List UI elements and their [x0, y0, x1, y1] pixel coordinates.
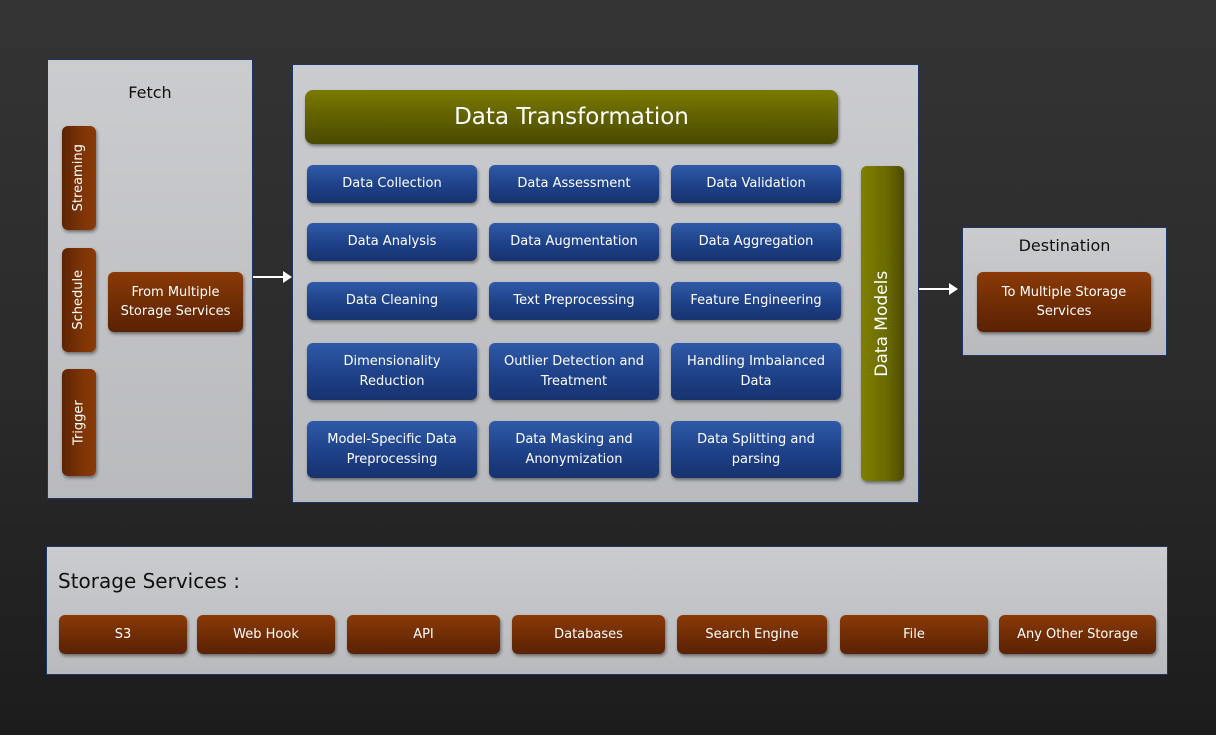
step-data-aggregation[interactable]: Data Aggregation: [671, 223, 841, 261]
step-data-assessment[interactable]: Data Assessment: [489, 165, 659, 203]
schedule-mode[interactable]: Schedule: [62, 248, 96, 352]
step-text-preprocessing[interactable]: Text Preprocessing: [489, 282, 659, 320]
step-outlier-detection-and-treatment[interactable]: Outlier Detection and Treatment: [489, 343, 659, 400]
trigger-mode[interactable]: Trigger: [62, 369, 96, 476]
step-handling-imbalanced-data[interactable]: Handling Imbalanced Data: [671, 343, 841, 400]
step-dimensionality-reduction[interactable]: Dimensionality Reduction: [307, 343, 477, 400]
step-data-masking-and-anonymization[interactable]: Data Masking and Anonymization: [489, 421, 659, 478]
transformation-header: Data Transformation: [305, 90, 838, 144]
step-data-augmentation[interactable]: Data Augmentation: [489, 223, 659, 261]
storage-any-other-storage[interactable]: Any Other Storage: [999, 615, 1156, 654]
fetch-source[interactable]: From Multiple Storage Services: [108, 272, 243, 332]
storage-search-engine[interactable]: Search Engine: [677, 615, 827, 654]
step-feature-engineering[interactable]: Feature Engineering: [671, 282, 841, 320]
arrow-models-to-destination: [919, 283, 958, 295]
step-model-specific-data-preprocessing[interactable]: Model-Specific Data Preprocessing: [307, 421, 477, 478]
trigger-label: Trigger: [71, 400, 87, 445]
step-data-analysis[interactable]: Data Analysis: [307, 223, 477, 261]
arrow-fetch-to-transform: [253, 271, 292, 283]
storage-api[interactable]: API: [347, 615, 500, 654]
step-data-cleaning[interactable]: Data Cleaning: [307, 282, 477, 320]
storage-title: Storage Services :: [58, 569, 241, 593]
streaming-label: Streaming: [71, 144, 87, 212]
schedule-label: Schedule: [71, 270, 87, 330]
data-models-bar[interactable]: Data Models: [861, 166, 904, 481]
step-data-validation[interactable]: Data Validation: [671, 165, 841, 203]
storage-web-hook[interactable]: Web Hook: [197, 615, 335, 654]
destination-target[interactable]: To Multiple Storage Services: [977, 272, 1151, 332]
data-models-label: Data Models: [871, 270, 892, 377]
streaming-mode[interactable]: Streaming: [62, 126, 96, 230]
storage-databases[interactable]: Databases: [512, 615, 665, 654]
storage-panel: Storage Services :: [46, 546, 1168, 675]
destination-title: Destination: [1018, 236, 1111, 255]
step-data-collection[interactable]: Data Collection: [307, 165, 477, 203]
fetch-title: Fetch: [128, 83, 172, 102]
storage-s3[interactable]: S3: [59, 615, 187, 654]
step-data-splitting-and-parsing[interactable]: Data Splitting and parsing: [671, 421, 841, 478]
storage-file[interactable]: File: [840, 615, 988, 654]
